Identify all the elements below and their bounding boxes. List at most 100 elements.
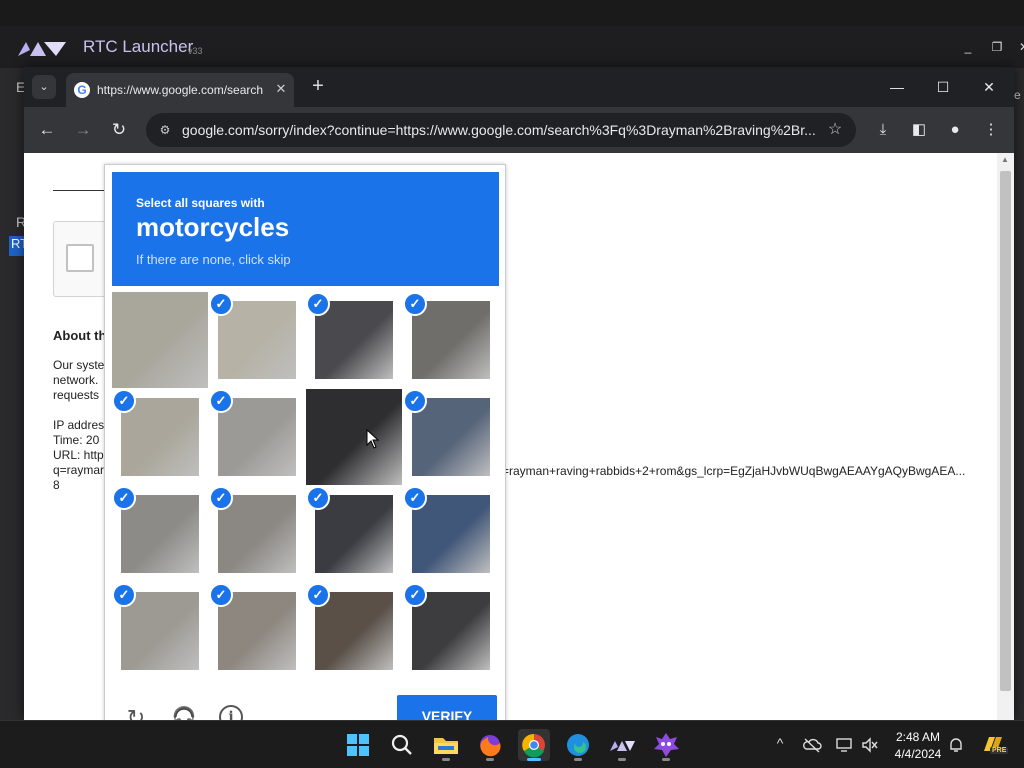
rtc-logo-icon bbox=[610, 741, 635, 751]
running-indicator bbox=[486, 758, 494, 761]
search-icon bbox=[391, 734, 412, 755]
scroll-thumb[interactable] bbox=[1000, 171, 1011, 691]
running-indicator bbox=[574, 758, 582, 761]
reload-challenge-icon[interactable]: ↻ bbox=[123, 705, 149, 720]
window-minimize-button[interactable]: — bbox=[874, 73, 920, 101]
rtc-selected-item[interactable]: RT bbox=[9, 236, 28, 256]
site-info-icon[interactable]: ⚙ bbox=[156, 121, 174, 139]
rtc-maximize-button[interactable]: ❐ bbox=[986, 36, 1008, 58]
tile-image bbox=[315, 592, 393, 670]
checkmark-icon: ✓ bbox=[403, 486, 427, 510]
body-text: network. bbox=[53, 373, 99, 387]
tab-title: https://www.google.com/search bbox=[97, 83, 263, 97]
url-text[interactable]: google.com/sorry/index?continue=https://… bbox=[182, 122, 818, 138]
page-viewport: About th Our syste network. requests IP … bbox=[24, 153, 1014, 720]
notification-bell-icon[interactable] bbox=[946, 735, 966, 755]
checkmark-icon: ✓ bbox=[209, 389, 233, 413]
download-icon[interactable]: ⤓ bbox=[871, 118, 895, 142]
volume-muted-icon[interactable] bbox=[860, 735, 880, 755]
checkmark-icon: ✓ bbox=[209, 486, 233, 510]
tile-image bbox=[121, 592, 199, 670]
captcha-tile[interactable]: ✓ bbox=[403, 292, 499, 388]
edge-icon bbox=[567, 734, 589, 756]
window-maximize-button[interactable]: ☐ bbox=[920, 73, 966, 101]
copilot-preview-button[interactable]: PRE bbox=[980, 731, 1009, 757]
game-app-button[interactable] bbox=[650, 729, 682, 761]
checkmark-icon: ✓ bbox=[403, 389, 427, 413]
captcha-tile[interactable]: ✓ bbox=[306, 583, 402, 679]
rtc-launcher-button[interactable] bbox=[606, 729, 638, 761]
reload-button[interactable]: ↻ bbox=[107, 118, 131, 142]
tile-image bbox=[218, 592, 296, 670]
captcha-tile[interactable]: ✓ bbox=[209, 389, 305, 485]
network-icon[interactable] bbox=[834, 735, 854, 755]
browser-toolbar: ← → ↻ ⚙ google.com/sorry/index?continue=… bbox=[24, 107, 1014, 153]
verify-button[interactable]: VERIFY bbox=[397, 695, 497, 720]
recaptcha-checkbox[interactable] bbox=[66, 244, 94, 272]
chevron-down-icon: ⌄ bbox=[39, 81, 49, 93]
scroll-up-icon[interactable]: ▲ bbox=[1001, 155, 1009, 164]
new-tab-button[interactable]: + bbox=[306, 75, 330, 99]
window-close-button[interactable]: ✕ bbox=[966, 73, 1012, 101]
details-text: q=raymar bbox=[53, 463, 105, 477]
tab-close-button[interactable]: ✕ bbox=[272, 80, 290, 98]
captcha-tile[interactable]: ✓ bbox=[209, 486, 305, 582]
clock-time[interactable]: 2:48 AM bbox=[893, 730, 943, 744]
captcha-tile[interactable]: ✓ bbox=[403, 486, 499, 582]
back-button[interactable]: ← bbox=[35, 118, 59, 142]
captcha-tile[interactable]: ✓ bbox=[112, 389, 208, 485]
side-panel-icon[interactable]: ◧ bbox=[907, 118, 931, 142]
tile-image bbox=[218, 301, 296, 379]
tab-search-button[interactable]: ⌄ bbox=[32, 75, 56, 99]
rtc-version: v33 bbox=[188, 46, 203, 56]
clock-date[interactable]: 4/4/2024 bbox=[887, 747, 949, 761]
address-bar[interactable]: ⚙ google.com/sorry/index?continue=https:… bbox=[146, 113, 856, 147]
start-button[interactable] bbox=[342, 729, 374, 761]
file-explorer-button[interactable] bbox=[430, 729, 462, 761]
captcha-tile[interactable]: ✓ bbox=[306, 486, 402, 582]
captcha-tile[interactable]: ✓ bbox=[306, 292, 402, 388]
mouse-cursor-icon bbox=[366, 429, 380, 449]
game-mascot-icon bbox=[654, 733, 679, 757]
scrollbar[interactable]: ▲ bbox=[997, 153, 1014, 720]
chrome-button[interactable] bbox=[518, 729, 550, 761]
captcha-tile[interactable]: ✓ bbox=[112, 486, 208, 582]
captcha-tile[interactable]: ✓ bbox=[403, 583, 499, 679]
running-indicator bbox=[662, 758, 670, 761]
running-indicator bbox=[442, 758, 450, 761]
bookmark-star-icon[interactable]: ☆ bbox=[824, 119, 846, 141]
captcha-tile[interactable] bbox=[112, 292, 208, 388]
captcha-tile[interactable]: ✓ bbox=[209, 583, 305, 679]
browser-window: ⌄ G https://www.google.com/search ✕ + — … bbox=[24, 67, 1014, 720]
running-indicator bbox=[618, 758, 626, 761]
firefox-button[interactable] bbox=[474, 729, 506, 761]
captcha-tile[interactable] bbox=[306, 389, 402, 485]
tab-google[interactable]: G https://www.google.com/search ✕ bbox=[66, 73, 294, 107]
tray-chevron-icon[interactable]: ^ bbox=[770, 735, 790, 751]
captcha-tile[interactable]: ✓ bbox=[403, 389, 499, 485]
profile-icon[interactable]: ● bbox=[943, 118, 967, 142]
onedrive-icon[interactable] bbox=[802, 735, 822, 755]
checkmark-icon: ✓ bbox=[209, 292, 233, 316]
rtc-title: RTC Launcher bbox=[83, 37, 194, 56]
checkmark-icon: ✓ bbox=[306, 583, 330, 607]
search-button[interactable] bbox=[386, 729, 418, 761]
audio-challenge-icon[interactable]: 🎧 bbox=[171, 705, 197, 720]
rtc-close-button[interactable]: ✕ bbox=[1013, 36, 1024, 58]
checkmark-icon: ✓ bbox=[306, 292, 330, 316]
forward-button[interactable]: → bbox=[71, 118, 95, 142]
checkmark-icon: ✓ bbox=[112, 486, 136, 510]
tile-image bbox=[121, 495, 199, 573]
rtc-minimize-button[interactable]: _ bbox=[957, 36, 979, 58]
captcha-tile[interactable]: ✓ bbox=[112, 583, 208, 679]
image-grid: ✓ ✓ ✓ ✓ ✓ ✓ ✓ ✓ ✓ ✓ ✓ ✓ ✓ ✓ bbox=[112, 292, 499, 679]
edge-button[interactable] bbox=[562, 729, 594, 761]
windows-logo-icon bbox=[347, 734, 369, 756]
tile-image bbox=[306, 389, 402, 485]
rtc-side-text: e bbox=[1014, 88, 1021, 102]
checkmark-icon: ✓ bbox=[112, 583, 136, 607]
info-icon[interactable]: i bbox=[219, 705, 243, 720]
tile-image bbox=[315, 301, 393, 379]
captcha-tile[interactable]: ✓ bbox=[209, 292, 305, 388]
menu-icon[interactable]: ⋮ bbox=[979, 118, 1003, 142]
